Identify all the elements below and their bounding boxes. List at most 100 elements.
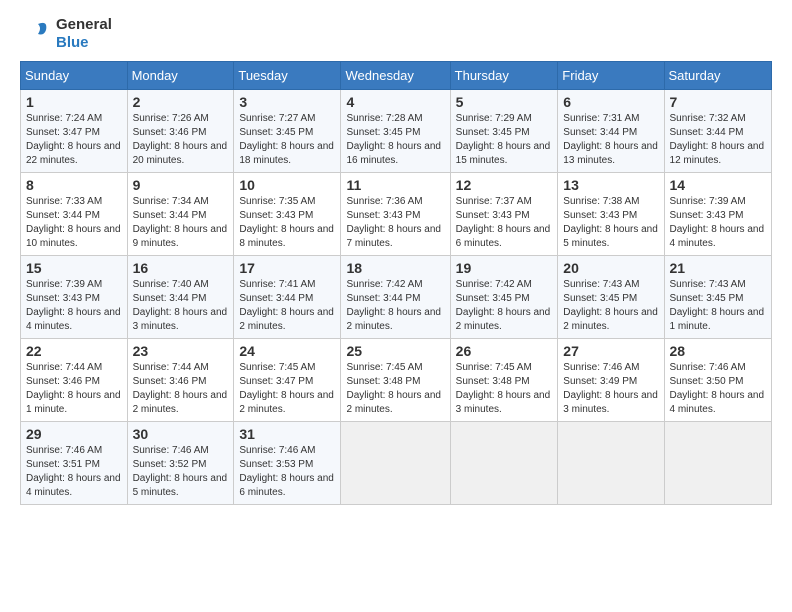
- calendar-day-6: 6 Sunrise: 7:31 AMSunset: 3:44 PMDaylight…: [558, 90, 664, 173]
- empty-cell: [450, 422, 558, 505]
- day-number: 18: [346, 260, 444, 276]
- day-number: 23: [133, 343, 229, 359]
- day-number: 30: [133, 426, 229, 442]
- calendar-day-30: 30 Sunrise: 7:46 AMSunset: 3:52 PMDayligh…: [127, 422, 234, 505]
- calendar-week-5: 29 Sunrise: 7:46 AMSunset: 3:51 PMDayligh…: [21, 422, 772, 505]
- day-number: 9: [133, 177, 229, 193]
- day-number: 20: [563, 260, 658, 276]
- col-header-wednesday: Wednesday: [341, 62, 450, 90]
- day-info: Sunrise: 7:39 AMSunset: 3:43 PMDaylight:…: [670, 195, 766, 251]
- day-info: Sunrise: 7:40 AMSunset: 3:44 PMDaylight:…: [133, 278, 229, 334]
- calendar-week-3: 15Sunrise: 7:39 AMSunset: 3:43 PMDayligh…: [21, 256, 772, 339]
- empty-cell: [558, 422, 664, 505]
- logo-blue: Blue: [56, 34, 89, 51]
- empty-cell: [664, 422, 771, 505]
- day-number: 12: [456, 177, 553, 193]
- calendar-table: SundayMondayTuesdayWednesdayThursdayFrid…: [20, 61, 772, 505]
- day-number: 31: [239, 426, 335, 442]
- calendar-day-4: 4 Sunrise: 7:28 AMSunset: 3:45 PMDaylight…: [341, 90, 450, 173]
- day-info: Sunrise: 7:46 AMSunset: 3:50 PMDaylight:…: [670, 361, 766, 417]
- day-number: 16: [133, 260, 229, 276]
- day-info: Sunrise: 7:34 AMSunset: 3:44 PMDaylight:…: [133, 195, 229, 251]
- col-header-friday: Friday: [558, 62, 664, 90]
- calendar-day-21: 21 Sunrise: 7:43 AMSunset: 3:45 PMDayligh…: [664, 256, 771, 339]
- day-number: 15: [26, 260, 122, 276]
- day-info: Sunrise: 7:46 AMSunset: 3:49 PMDaylight:…: [563, 361, 658, 417]
- calendar-week-4: 22 Sunrise: 7:44 AMSunset: 3:46 PMDayligh…: [21, 339, 772, 422]
- calendar-day-20: 20 Sunrise: 7:43 AMSunset: 3:45 PMDayligh…: [558, 256, 664, 339]
- day-number: 28: [670, 343, 766, 359]
- day-number: 21: [670, 260, 766, 276]
- day-number: 11: [346, 177, 444, 193]
- day-info: Sunrise: 7:29 AMSunset: 3:45 PMDaylight:…: [456, 112, 553, 168]
- day-info: Sunrise: 7:43 AMSunset: 3:45 PMDaylight:…: [670, 278, 766, 334]
- calendar-day-14: 14 Sunrise: 7:39 AMSunset: 3:43 PMDayligh…: [664, 173, 771, 256]
- calendar-day-9: 9 Sunrise: 7:34 AMSunset: 3:44 PMDaylight…: [127, 173, 234, 256]
- calendar-day-2: 2 Sunrise: 7:26 AMSunset: 3:46 PMDaylight…: [127, 90, 234, 173]
- col-header-saturday: Saturday: [664, 62, 771, 90]
- day-info: Sunrise: 7:28 AMSunset: 3:45 PMDaylight:…: [346, 112, 444, 168]
- day-info: Sunrise: 7:44 AMSunset: 3:46 PMDaylight:…: [26, 361, 122, 417]
- day-info: Sunrise: 7:43 AMSunset: 3:45 PMDaylight:…: [563, 278, 658, 334]
- calendar-day-16: 16 Sunrise: 7:40 AMSunset: 3:44 PMDayligh…: [127, 256, 234, 339]
- page-header: General Blue: [20, 16, 772, 51]
- calendar-week-1: 1 Sunrise: 7:24 AMSunset: 3:47 PMDaylight…: [21, 90, 772, 173]
- day-number: 10: [239, 177, 335, 193]
- day-info: Sunrise: 7:45 AMSunset: 3:48 PMDaylight:…: [456, 361, 553, 417]
- day-number: 29: [26, 426, 122, 442]
- empty-cell: [341, 422, 450, 505]
- col-header-thursday: Thursday: [450, 62, 558, 90]
- day-info: Sunrise: 7:24 AMSunset: 3:47 PMDaylight:…: [26, 112, 122, 168]
- day-number: 22: [26, 343, 122, 359]
- day-info: Sunrise: 7:46 AMSunset: 3:52 PMDaylight:…: [133, 444, 229, 500]
- calendar-day-1: 1 Sunrise: 7:24 AMSunset: 3:47 PMDaylight…: [21, 90, 128, 173]
- day-number: 3: [239, 94, 335, 110]
- calendar-day-17: 17 Sunrise: 7:41 AMSunset: 3:44 PMDayligh…: [234, 256, 341, 339]
- day-info: Sunrise: 7:42 AMSunset: 3:44 PMDaylight:…: [346, 278, 444, 334]
- day-number: 6: [563, 94, 658, 110]
- calendar-day-28: 28 Sunrise: 7:46 AMSunset: 3:50 PMDayligh…: [664, 339, 771, 422]
- calendar-day-19: 19 Sunrise: 7:42 AMSunset: 3:45 PMDayligh…: [450, 256, 558, 339]
- day-info: Sunrise: 7:38 AMSunset: 3:43 PMDaylight:…: [563, 195, 658, 251]
- day-number: 19: [456, 260, 553, 276]
- calendar-day-13: 13Sunrise: 7:38 AMSunset: 3:43 PMDayligh…: [558, 173, 664, 256]
- calendar-day-8: 8 Sunrise: 7:33 AMSunset: 3:44 PMDaylight…: [21, 173, 128, 256]
- calendar-day-22: 22 Sunrise: 7:44 AMSunset: 3:46 PMDayligh…: [21, 339, 128, 422]
- day-info: Sunrise: 7:45 AMSunset: 3:47 PMDaylight:…: [239, 361, 335, 417]
- calendar-day-31: 31 Sunrise: 7:46 AMSunset: 3:53 PMDayligh…: [234, 422, 341, 505]
- day-number: 27: [563, 343, 658, 359]
- day-number: 17: [239, 260, 335, 276]
- day-number: 14: [670, 177, 766, 193]
- col-header-tuesday: Tuesday: [234, 62, 341, 90]
- day-info: Sunrise: 7:32 AMSunset: 3:44 PMDaylight:…: [670, 112, 766, 168]
- day-info: Sunrise: 7:35 AMSunset: 3:43 PMDaylight:…: [239, 195, 335, 251]
- day-info: Sunrise: 7:46 AMSunset: 3:53 PMDaylight:…: [239, 444, 335, 500]
- col-header-sunday: Sunday: [21, 62, 128, 90]
- day-number: 7: [670, 94, 766, 110]
- day-info: Sunrise: 7:33 AMSunset: 3:44 PMDaylight:…: [26, 195, 122, 251]
- logo-bird-icon: [20, 18, 52, 50]
- day-info: Sunrise: 7:44 AMSunset: 3:46 PMDaylight:…: [133, 361, 229, 417]
- calendar-day-26: 26 Sunrise: 7:45 AMSunset: 3:48 PMDayligh…: [450, 339, 558, 422]
- calendar-day-29: 29 Sunrise: 7:46 AMSunset: 3:51 PMDayligh…: [21, 422, 128, 505]
- day-number: 1: [26, 94, 122, 110]
- day-number: 2: [133, 94, 229, 110]
- day-info: Sunrise: 7:31 AMSunset: 3:44 PMDaylight:…: [563, 112, 658, 168]
- calendar-week-2: 8 Sunrise: 7:33 AMSunset: 3:44 PMDaylight…: [21, 173, 772, 256]
- calendar-day-12: 12 Sunrise: 7:37 AMSunset: 3:43 PMDayligh…: [450, 173, 558, 256]
- day-info: Sunrise: 7:42 AMSunset: 3:45 PMDaylight:…: [456, 278, 553, 334]
- calendar-day-25: 25Sunrise: 7:45 AMSunset: 3:48 PMDayligh…: [341, 339, 450, 422]
- day-number: 5: [456, 94, 553, 110]
- day-info: Sunrise: 7:36 AMSunset: 3:43 PMDaylight:…: [346, 195, 444, 251]
- calendar-day-24: 24Sunrise: 7:45 AMSunset: 3:47 PMDayligh…: [234, 339, 341, 422]
- day-number: 26: [456, 343, 553, 359]
- day-info: Sunrise: 7:46 AMSunset: 3:51 PMDaylight:…: [26, 444, 122, 500]
- day-info: Sunrise: 7:37 AMSunset: 3:43 PMDaylight:…: [456, 195, 553, 251]
- day-info: Sunrise: 7:26 AMSunset: 3:46 PMDaylight:…: [133, 112, 229, 168]
- calendar-day-5: 5 Sunrise: 7:29 AMSunset: 3:45 PMDaylight…: [450, 90, 558, 173]
- col-header-monday: Monday: [127, 62, 234, 90]
- calendar-day-27: 27 Sunrise: 7:46 AMSunset: 3:49 PMDayligh…: [558, 339, 664, 422]
- day-number: 4: [346, 94, 444, 110]
- day-number: 8: [26, 177, 122, 193]
- day-info: Sunrise: 7:41 AMSunset: 3:44 PMDaylight:…: [239, 278, 335, 334]
